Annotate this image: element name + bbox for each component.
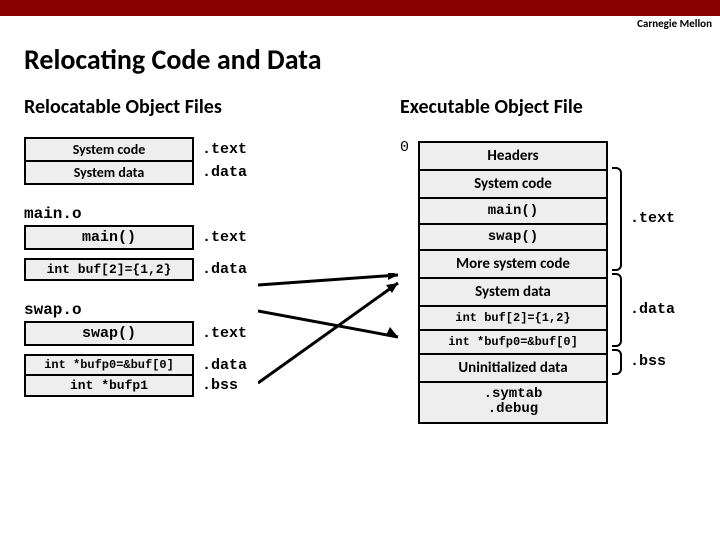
exec-buf: int buf[2]={1,2}: [420, 307, 606, 331]
bracket-data-label: .data: [630, 301, 675, 318]
exec-bufp0: int *bufp0=&buf[0]: [420, 331, 606, 355]
page-title: Relocating Code and Data: [24, 42, 720, 77]
exec-main: main(): [420, 199, 606, 225]
right-column: Executable Object File 0 Headers System …: [400, 95, 700, 424]
bracket-text: [612, 167, 622, 271]
exec-uninit: Uninitialized data: [420, 355, 606, 383]
system-code-box: System code: [24, 137, 194, 162]
swap-fn-box: swap(): [24, 321, 194, 346]
exec-syscode: System code: [420, 171, 606, 199]
exec-stack: Headers System code main() swap() More s…: [418, 141, 608, 424]
swap-bufp1-box: int *bufp1: [24, 374, 194, 397]
bracket-data: [612, 273, 622, 347]
system-code-sect: .text: [202, 141, 247, 158]
system-code-row: System code .text: [24, 137, 364, 162]
main-fn-box: main(): [24, 225, 194, 250]
exec-headers: Headers: [420, 143, 606, 171]
main-fn-row: main() .text: [24, 225, 364, 250]
top-bar: [0, 0, 720, 16]
system-data-row: System data .data: [24, 160, 364, 185]
system-data-sect: .data: [202, 164, 247, 181]
bracket-text-label: .text: [630, 210, 675, 227]
swap-fn-sect: .text: [202, 325, 247, 342]
main-buf-box: int buf[2]={1,2}: [24, 258, 194, 281]
arrow-swap-text: [258, 281, 408, 391]
exec-sysdata: System data: [420, 279, 606, 307]
main-fn-sect: .text: [202, 229, 247, 246]
main-buf-sect: .data: [202, 261, 247, 278]
swap-bufp0-box: int *bufp0=&buf[0]: [24, 354, 194, 376]
swap-bufp1-sect: .bss: [202, 377, 238, 394]
swap-bufp0-sect: .data: [202, 357, 247, 374]
exec-moresys: More system code: [420, 251, 606, 279]
main-obj-label: main.o: [24, 205, 364, 223]
exec-symdbg: .symtab .debug: [420, 383, 606, 422]
system-data-box: System data: [24, 160, 194, 185]
exec-swap: swap(): [420, 225, 606, 251]
zero-label: 0: [400, 139, 409, 156]
left-title: Relocatable Object Files: [24, 95, 364, 119]
right-title: Executable Object File: [400, 95, 700, 119]
bracket-bss-label: .bss: [630, 353, 666, 370]
institution-label: Carnegie Mellon: [0, 16, 720, 30]
bracket-bss: [612, 349, 622, 375]
